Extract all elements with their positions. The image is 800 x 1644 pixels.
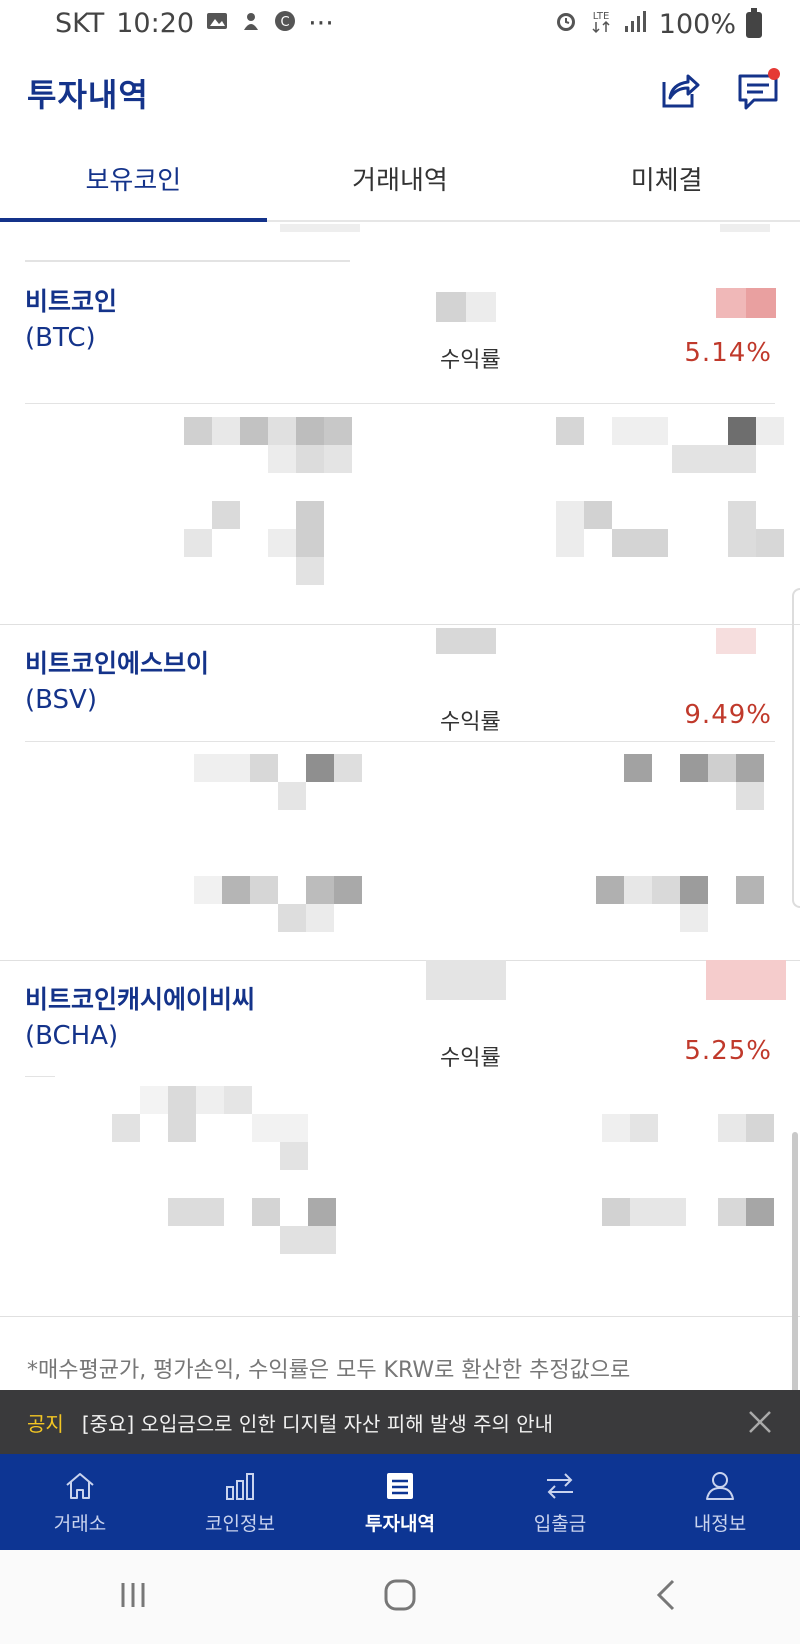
- nav-label: 내정보: [693, 1512, 747, 1535]
- status-left: SKT 10:20 C ···: [55, 8, 334, 39]
- tab-unfilled[interactable]: 미체결: [533, 136, 800, 220]
- person-icon: [706, 1471, 734, 1500]
- c-app-icon: C: [274, 10, 296, 38]
- status-bar: SKT 10:20 C ··· LTE 100%: [0, 0, 800, 52]
- svg-text:C: C: [281, 15, 290, 30]
- home-icon: [66, 1472, 94, 1499]
- yield-label: 수익률: [440, 348, 501, 373]
- nav-label: 거래소: [53, 1512, 107, 1535]
- notice-text[interactable]: [중요] 오입금으로 인한 디지털 자산 피해 발생 주의 안내: [82, 1408, 553, 1437]
- nav-my-info[interactable]: 내정보: [640, 1454, 800, 1550]
- system-navigation-bar: [0, 1550, 800, 1644]
- coin-name: 비트코인 (BTC): [25, 284, 117, 356]
- battery-label: 100%: [658, 9, 736, 40]
- side-scroll-handle[interactable]: [792, 588, 800, 908]
- coin-symbol: (BSV): [25, 685, 97, 715]
- nav-label: 투자내역: [365, 1512, 435, 1535]
- lte-icon: LTE: [589, 8, 613, 41]
- tab-bar: 보유코인 거래내역 미체결: [0, 136, 800, 222]
- carrier-label: SKT: [55, 8, 105, 39]
- back-button[interactable]: [647, 1575, 687, 1619]
- bottom-navigation: 거래소 코인정보 투자내역 입출금 내정보: [0, 1454, 800, 1550]
- holdings-list[interactable]: 비트코인 (BTC) 수익률 5.14% 비트코인에스브이 (BSV) 수익률 …: [0, 222, 800, 1390]
- yield-value: 5.14%: [684, 338, 772, 368]
- divider: [25, 741, 775, 742]
- nav-deposit-withdraw[interactable]: 입출금: [480, 1454, 640, 1550]
- notice-tag: 공지: [27, 1411, 64, 1436]
- chat-button[interactable]: [734, 66, 782, 114]
- svg-text:LTE: LTE: [592, 11, 609, 22]
- home-circle-icon: [384, 1579, 416, 1611]
- close-icon: [749, 1411, 771, 1433]
- close-button[interactable]: [742, 1404, 778, 1440]
- clipped-text: [720, 224, 770, 232]
- back-chevron-icon: [656, 1579, 674, 1611]
- notification-dot: [768, 68, 780, 80]
- list-doc-icon: [387, 1472, 413, 1499]
- share-icon: [662, 74, 700, 108]
- coin-korean-name: 비트코인: [25, 287, 118, 316]
- notice-banner[interactable]: 공지 [중요] 오입금으로 인한 디지털 자산 피해 발생 주의 안내: [0, 1390, 800, 1454]
- coin-name: 비트코인에스브이 (BSV): [25, 646, 209, 718]
- battery-icon: [746, 7, 762, 38]
- app-notification-icon: [240, 10, 262, 38]
- yield-value: 5.25%: [684, 1036, 772, 1066]
- yield-value: 9.49%: [684, 700, 772, 730]
- nav-coin-info[interactable]: 코인정보: [160, 1454, 320, 1550]
- recent-apps-icon: [121, 1583, 145, 1607]
- coin-name: 비트코인캐시에이비씨 (BCHA): [25, 982, 255, 1054]
- alarm-icon: [553, 8, 579, 41]
- coin-symbol: (BCHA): [25, 1021, 119, 1051]
- coin-symbol: (BTC): [25, 323, 96, 353]
- coin-korean-name: 비트코인캐시에이비씨: [25, 985, 256, 1014]
- scrollbar-thumb[interactable]: [792, 1132, 798, 1390]
- home-button[interactable]: [380, 1575, 420, 1619]
- nav-label: 코인정보: [205, 1512, 275, 1535]
- app-header: 투자내역: [0, 52, 800, 136]
- more-notifications-icon: ···: [308, 8, 334, 39]
- tab-trade-history[interactable]: 거래내역: [267, 136, 534, 220]
- signal-icon: [623, 8, 649, 41]
- nav-label: 입출금: [533, 1512, 587, 1535]
- coin-item-bsv[interactable]: 비트코인에스브이 (BSV) 수익률 9.49%: [0, 624, 800, 961]
- nav-investment-history[interactable]: 투자내역: [320, 1454, 480, 1550]
- nav-exchange[interactable]: 거래소: [0, 1454, 160, 1550]
- clipped-row-remnant: [0, 222, 800, 262]
- recent-apps-button[interactable]: [113, 1575, 153, 1619]
- time-label: 10:20: [116, 8, 195, 39]
- page-title: 투자내역: [27, 76, 149, 114]
- yield-label: 수익률: [440, 710, 501, 735]
- yield-label: 수익률: [440, 1046, 501, 1071]
- divider: [25, 1076, 55, 1077]
- coin-item-btc[interactable]: 비트코인 (BTC) 수익률 5.14%: [0, 262, 800, 625]
- share-button[interactable]: [656, 66, 704, 114]
- disclaimer-footnote: *매수평균가, 평가손익, 수익률은 모두 KRW로 환산한 추정값으로: [27, 1358, 631, 1383]
- coin-korean-name: 비트코인에스브이: [25, 649, 210, 678]
- tab-holdings[interactable]: 보유코인: [0, 136, 267, 222]
- clipped-text: [280, 224, 360, 232]
- status-right: LTE 100%: [553, 7, 762, 41]
- transfer-icon: [547, 1472, 573, 1499]
- bar-chart-icon: [226, 1472, 254, 1500]
- divider: [25, 403, 775, 404]
- coin-item-bcha[interactable]: 비트코인캐시에이비씨 (BCHA) 수익률 5.25%: [0, 960, 800, 1317]
- image-icon: [206, 10, 228, 38]
